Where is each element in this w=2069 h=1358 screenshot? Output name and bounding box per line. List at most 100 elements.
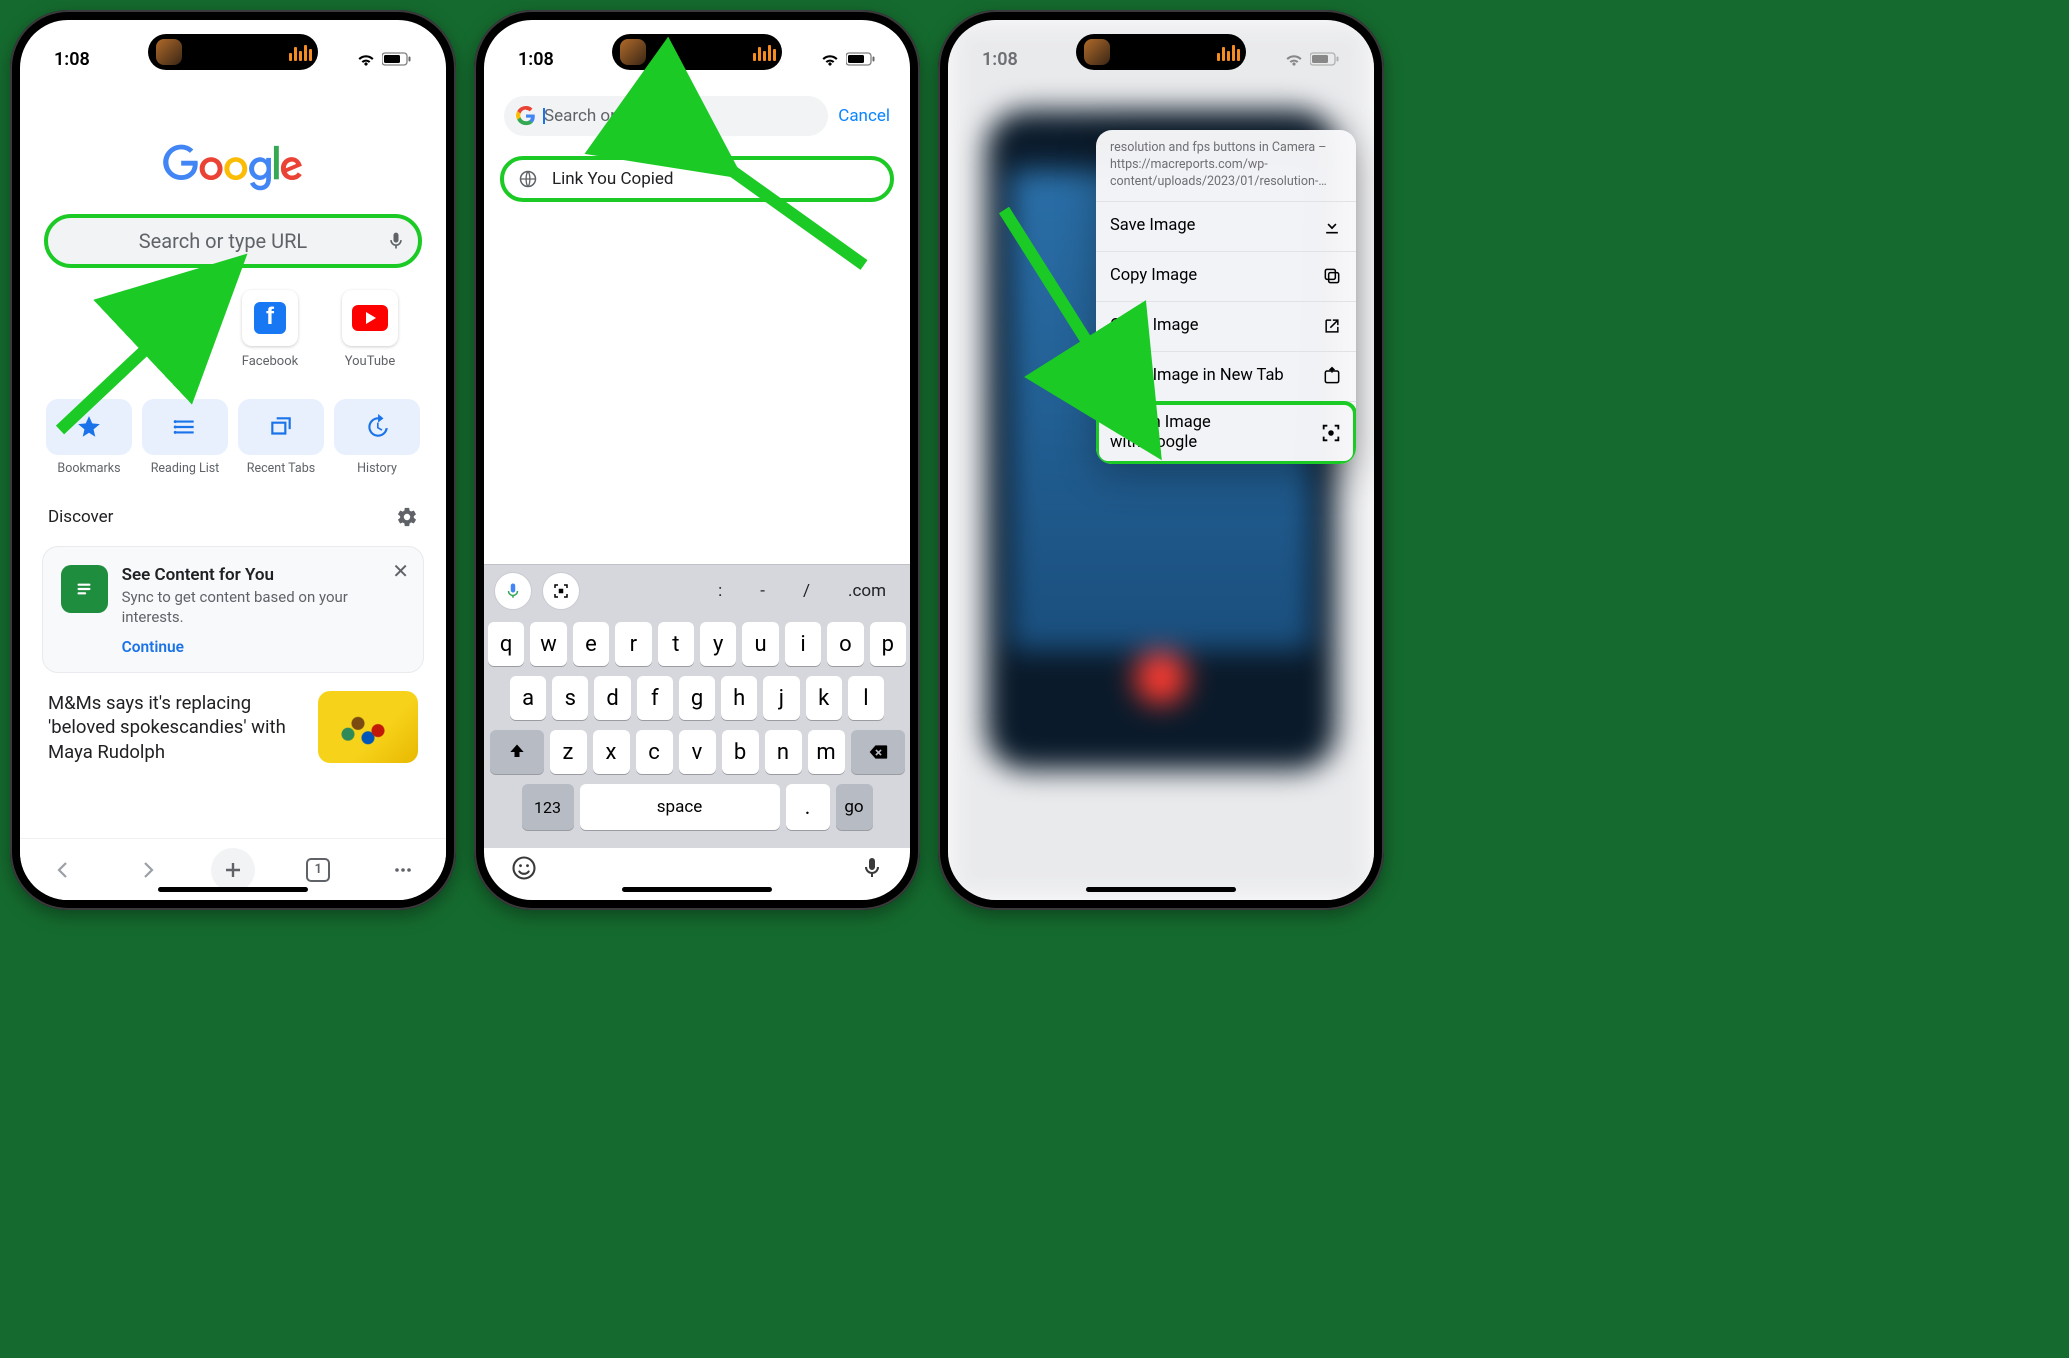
- keyboard-suggestion-bar: : - / .com: [484, 564, 910, 616]
- key-e[interactable]: e: [573, 622, 609, 666]
- forward-button[interactable]: [126, 848, 170, 892]
- kb-suggestion[interactable]: -: [746, 581, 779, 601]
- google-g-icon: [516, 106, 536, 126]
- gear-icon[interactable]: [396, 506, 418, 528]
- emoji-icon[interactable]: [510, 854, 538, 886]
- key-a[interactable]: a: [510, 676, 546, 720]
- key-y[interactable]: y: [700, 622, 736, 666]
- discover-label: Discover: [48, 507, 113, 527]
- copy-icon: [1322, 266, 1342, 286]
- period-key[interactable]: .: [786, 784, 830, 830]
- shortcut-youtube[interactable]: YouTube: [334, 290, 406, 369]
- voice-search-icon[interactable]: [494, 572, 532, 610]
- dynamic-island: [612, 34, 782, 70]
- discover-card: ✕ See Content for You Sync to get conten…: [42, 546, 424, 673]
- key-t[interactable]: t: [658, 622, 694, 666]
- pill-reading-list[interactable]: Reading List: [142, 399, 228, 476]
- wifi-icon: [356, 51, 376, 67]
- menu-open-image[interactable]: Open Image: [1096, 302, 1356, 352]
- space-key[interactable]: space: [580, 784, 780, 830]
- key-u[interactable]: u: [742, 622, 778, 666]
- menu-search-image-google[interactable]: Search Image with Google: [1096, 402, 1356, 464]
- qr-scan-icon[interactable]: [542, 572, 580, 610]
- back-button[interactable]: [41, 848, 85, 892]
- key-w[interactable]: w: [530, 622, 566, 666]
- search-placeholder: Search or type URL: [60, 229, 386, 253]
- key-d[interactable]: d: [594, 676, 630, 720]
- shortcut-facebook[interactable]: Facebook: [234, 290, 306, 369]
- key-z[interactable]: z: [550, 730, 587, 774]
- key-k[interactable]: k: [806, 676, 842, 720]
- key-v[interactable]: v: [679, 730, 716, 774]
- new-tab-icon: [1322, 366, 1342, 386]
- download-icon: [1322, 216, 1342, 236]
- pill-history[interactable]: History: [334, 399, 420, 476]
- screen-2: 1:08 Search or type URL Cancel: [484, 20, 910, 900]
- context-menu-header: resolution and fps buttons in Camera – h…: [1096, 130, 1356, 202]
- home-indicator[interactable]: [1086, 887, 1236, 892]
- kb-suggestion[interactable]: /: [789, 581, 824, 601]
- key-h[interactable]: h: [721, 676, 757, 720]
- key-m[interactable]: m: [808, 730, 845, 774]
- mic-icon[interactable]: [386, 230, 406, 252]
- key-c[interactable]: c: [636, 730, 673, 774]
- home-indicator[interactable]: [622, 887, 772, 892]
- discover-card-subtitle: Sync to get content based on your intere…: [122, 587, 405, 628]
- battery-icon: [1310, 52, 1340, 66]
- key-s[interactable]: s: [552, 676, 588, 720]
- key-x[interactable]: x: [593, 730, 630, 774]
- key-q[interactable]: q: [488, 622, 524, 666]
- screen-1: 1:08 Search or type URL: [20, 20, 446, 900]
- discover-card-icon: [61, 565, 108, 613]
- dynamic-island: [1076, 34, 1246, 70]
- key-b[interactable]: b: [722, 730, 759, 774]
- pill-recent-tabs[interactable]: Recent Tabs: [238, 399, 324, 476]
- phone-frame-3: 1:08 resolution and fps buttons in Camer…: [938, 10, 1384, 910]
- cancel-button[interactable]: Cancel: [838, 106, 890, 126]
- search-bar[interactable]: Search or type URL: [46, 216, 420, 266]
- more-button[interactable]: [381, 848, 425, 892]
- battery-icon: [846, 52, 876, 66]
- menu-copy-image[interactable]: Copy Image: [1096, 252, 1356, 302]
- kb-suggestion[interactable]: .com: [834, 581, 900, 601]
- status-time: 1:08: [54, 49, 90, 70]
- shift-key[interactable]: [490, 730, 544, 774]
- key-i[interactable]: i: [785, 622, 821, 666]
- menu-save-image[interactable]: Save Image: [1096, 202, 1356, 252]
- link-you-copied[interactable]: Link You Copied: [500, 156, 894, 202]
- discover-card-cta[interactable]: Continue: [122, 638, 184, 656]
- dynamic-island: [148, 34, 318, 70]
- backspace-key[interactable]: [851, 730, 905, 774]
- status-time: 1:08: [982, 49, 1018, 70]
- key-p[interactable]: p: [870, 622, 906, 666]
- key-f[interactable]: f: [637, 676, 673, 720]
- kb-suggestion[interactable]: :: [704, 581, 736, 601]
- youtube-icon: [352, 305, 388, 331]
- key-r[interactable]: r: [615, 622, 651, 666]
- lens-icon: [1320, 422, 1342, 444]
- key-n[interactable]: n: [765, 730, 802, 774]
- dictate-icon[interactable]: [860, 854, 884, 886]
- phone-frame-1: 1:08 Search or type URL: [10, 10, 456, 910]
- facebook-icon: [254, 302, 286, 334]
- pill-bookmarks[interactable]: Bookmarks: [46, 399, 132, 476]
- go-key[interactable]: go: [836, 784, 873, 830]
- numbers-key[interactable]: 123: [522, 784, 574, 830]
- home-indicator[interactable]: [158, 887, 308, 892]
- wifi-icon: [820, 51, 840, 67]
- news-thumbnail: [318, 691, 418, 763]
- tabs-button[interactable]: 1: [296, 848, 340, 892]
- keyboard: qwertyuiop asdfghjkl zxcvbnm 123 space .…: [484, 616, 910, 848]
- close-icon[interactable]: ✕: [392, 561, 409, 581]
- new-tab-button[interactable]: [211, 848, 255, 892]
- external-link-icon: [1322, 316, 1342, 336]
- news-item[interactable]: M&Ms says it's replacing 'beloved spokes…: [20, 681, 446, 766]
- url-input[interactable]: Search or type URL: [504, 96, 828, 136]
- key-l[interactable]: l: [848, 676, 884, 720]
- key-o[interactable]: o: [827, 622, 863, 666]
- discover-card-title: See Content for You: [122, 565, 405, 585]
- key-g[interactable]: g: [679, 676, 715, 720]
- menu-open-new-tab[interactable]: Open Image in New Tab: [1096, 352, 1356, 402]
- key-j[interactable]: j: [763, 676, 799, 720]
- globe-icon: [518, 169, 538, 189]
